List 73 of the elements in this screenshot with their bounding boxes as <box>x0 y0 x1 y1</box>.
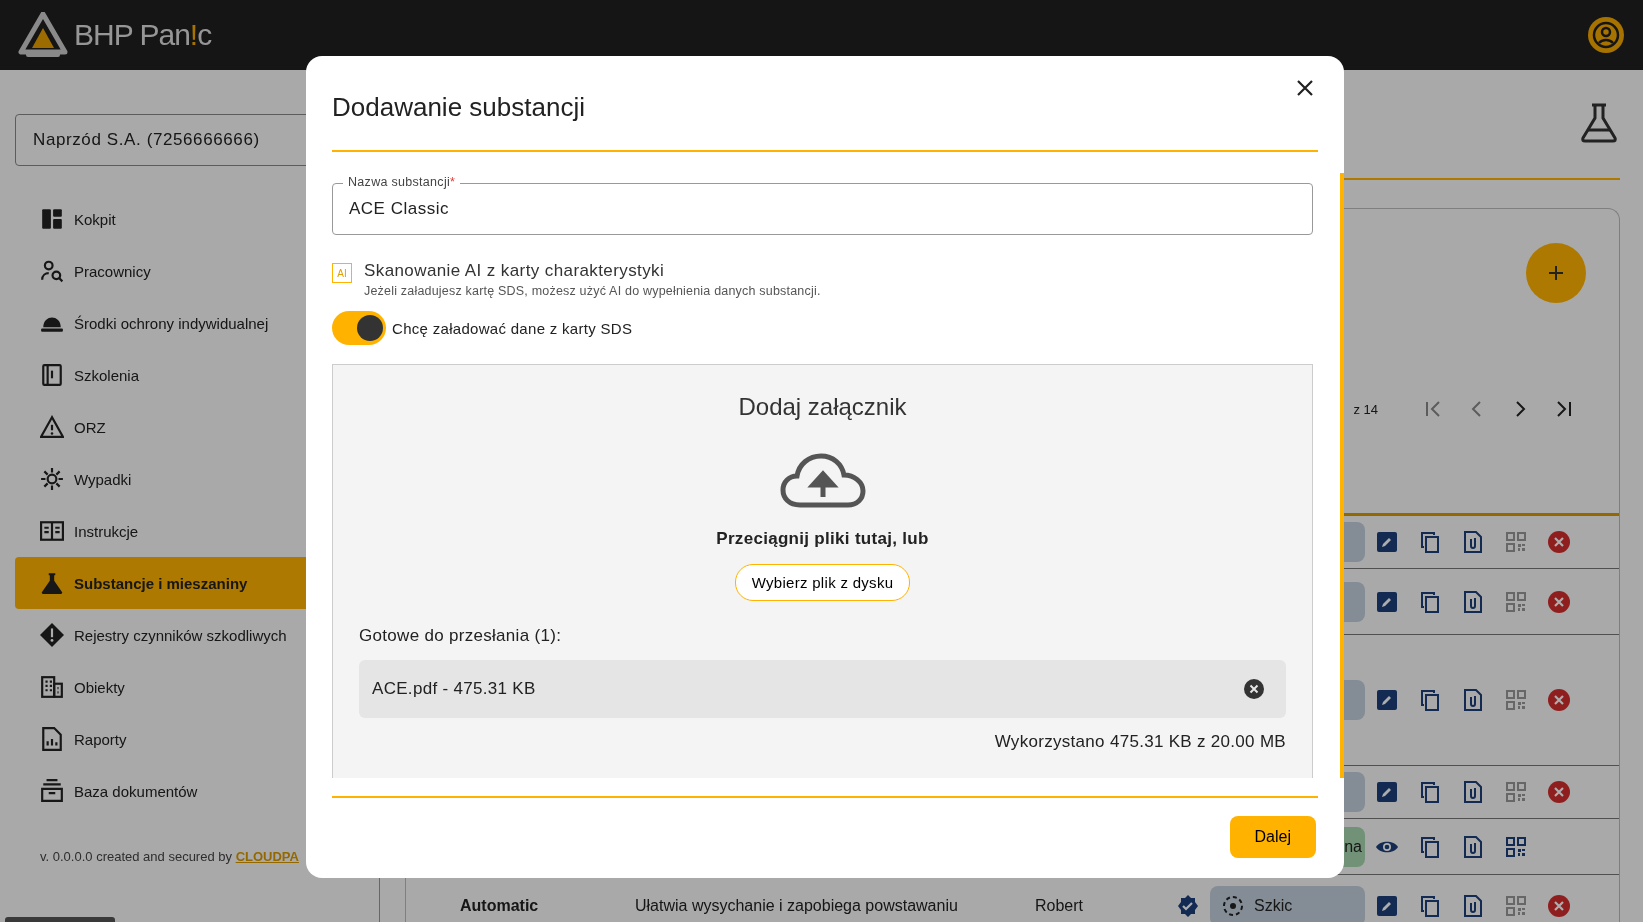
nav-item[interactable]: Baza dokumentów <box>15 765 335 817</box>
copy-icon[interactable] <box>1419 895 1440 917</box>
table-cell: Robert <box>1035 897 1084 914</box>
copy-icon[interactable] <box>1419 590 1440 613</box>
warning-diamond-icon <box>40 623 64 647</box>
gear-icon <box>40 467 64 491</box>
nav-item[interactable]: Rejestry czynników szkodliwych <box>15 609 335 661</box>
book-icon <box>40 363 64 387</box>
delete-icon[interactable] <box>1547 895 1570 917</box>
ready-label: Gotowe do przesłania (1): <box>359 626 563 646</box>
browse-button[interactable]: Wybierz plik z dysku <box>734 564 911 601</box>
draft-icon <box>1222 895 1244 917</box>
person-search-icon <box>40 259 64 283</box>
nav-item[interactable]: Pracownicy <box>15 245 335 297</box>
attachment-icon[interactable] <box>1463 781 1482 803</box>
status-chip: Szkic <box>1210 886 1365 922</box>
file-name: ACE.pdf - 475.31 KB <box>372 679 536 699</box>
warning-icon <box>40 415 64 439</box>
copy-icon[interactable] <box>1419 689 1440 711</box>
nav-item[interactable]: Obiekty <box>15 661 335 713</box>
toggle-label: Chcę załadować dane z karty SDS <box>392 319 633 337</box>
plus-icon <box>1546 263 1566 283</box>
book-icon <box>40 519 64 543</box>
close-button[interactable] <box>1296 79 1314 97</box>
nav-item[interactable]: Instrukcje <box>15 505 335 557</box>
next-button[interactable]: Dalej <box>1229 816 1316 858</box>
logo-icon <box>18 12 68 58</box>
nav-item[interactable]: Szkolenia <box>15 349 335 401</box>
nav-item[interactable]: Środki ochrony indywidualnej <box>15 297 335 349</box>
edit-icon[interactable] <box>1376 896 1397 916</box>
archive-icon <box>40 779 64 803</box>
logo-text: BHP Pan!c <box>74 18 212 52</box>
attachment-icon[interactable] <box>1463 689 1482 711</box>
nav-item[interactable]: ORZ <box>15 401 335 453</box>
remove-file-button[interactable] <box>1244 679 1264 699</box>
report-icon <box>40 727 64 751</box>
ai-badge: AI <box>332 263 352 283</box>
hint-text: Jeżeli załadujesz kartę SDS, możesz użyć AI do wypełnienia danych substancji. <box>364 284 821 298</box>
upload-title: Dodaj załącznik <box>738 393 907 421</box>
upload-cloud-icon <box>779 453 866 509</box>
delete-icon[interactable] <box>1547 689 1570 711</box>
table-cell: Ułatwia wysychanie i zapobiega powstawaniu <box>635 897 958 914</box>
attachment-icon[interactable] <box>1463 895 1482 917</box>
edit-icon[interactable] <box>1376 782 1397 802</box>
attachment-icon[interactable] <box>1463 590 1482 613</box>
user-avatar-icon[interactable] <box>1587 16 1625 54</box>
attachment-icon[interactable] <box>1463 531 1482 553</box>
edit-icon[interactable] <box>1376 591 1397 612</box>
dashboard-icon <box>40 207 64 231</box>
edit-icon[interactable] <box>1376 690 1397 710</box>
footer-text: v. 0.0.0.0 created and secured by CLOUDPA <box>40 849 299 864</box>
edit-icon[interactable] <box>1376 532 1397 552</box>
table-cell: Automatic <box>460 897 539 914</box>
nav-item[interactable]: Kokpit <box>15 193 335 245</box>
copy-icon[interactable] <box>1419 531 1440 553</box>
flask-icon <box>40 571 64 595</box>
section-title: Skanowanie AI z karty charakterystyki <box>364 261 666 281</box>
flask-icon <box>1578 102 1620 144</box>
nav-item[interactable]: Wypadki <box>15 453 335 505</box>
building-icon <box>40 675 64 699</box>
qr-code-icon[interactable] <box>1505 836 1526 857</box>
copy-icon[interactable] <box>1419 781 1440 803</box>
toggle-switch[interactable] <box>332 311 386 345</box>
copy-icon[interactable] <box>1419 835 1440 858</box>
attachment-icon[interactable] <box>1463 835 1482 858</box>
delete-icon[interactable] <box>1547 781 1570 803</box>
usage-text: Wykorzystano 475.31 KB z 20.00 MB <box>994 732 1286 752</box>
drop-hint: Przeciągnij pliki tutaj, lub <box>716 529 929 549</box>
nav-item[interactable]: Raporty <box>15 713 335 765</box>
page-range: z 14 <box>1353 401 1378 417</box>
delete-icon[interactable] <box>1547 590 1570 613</box>
dialog-title: Dodawanie substancji <box>332 91 585 123</box>
delete-icon[interactable] <box>1547 531 1570 553</box>
